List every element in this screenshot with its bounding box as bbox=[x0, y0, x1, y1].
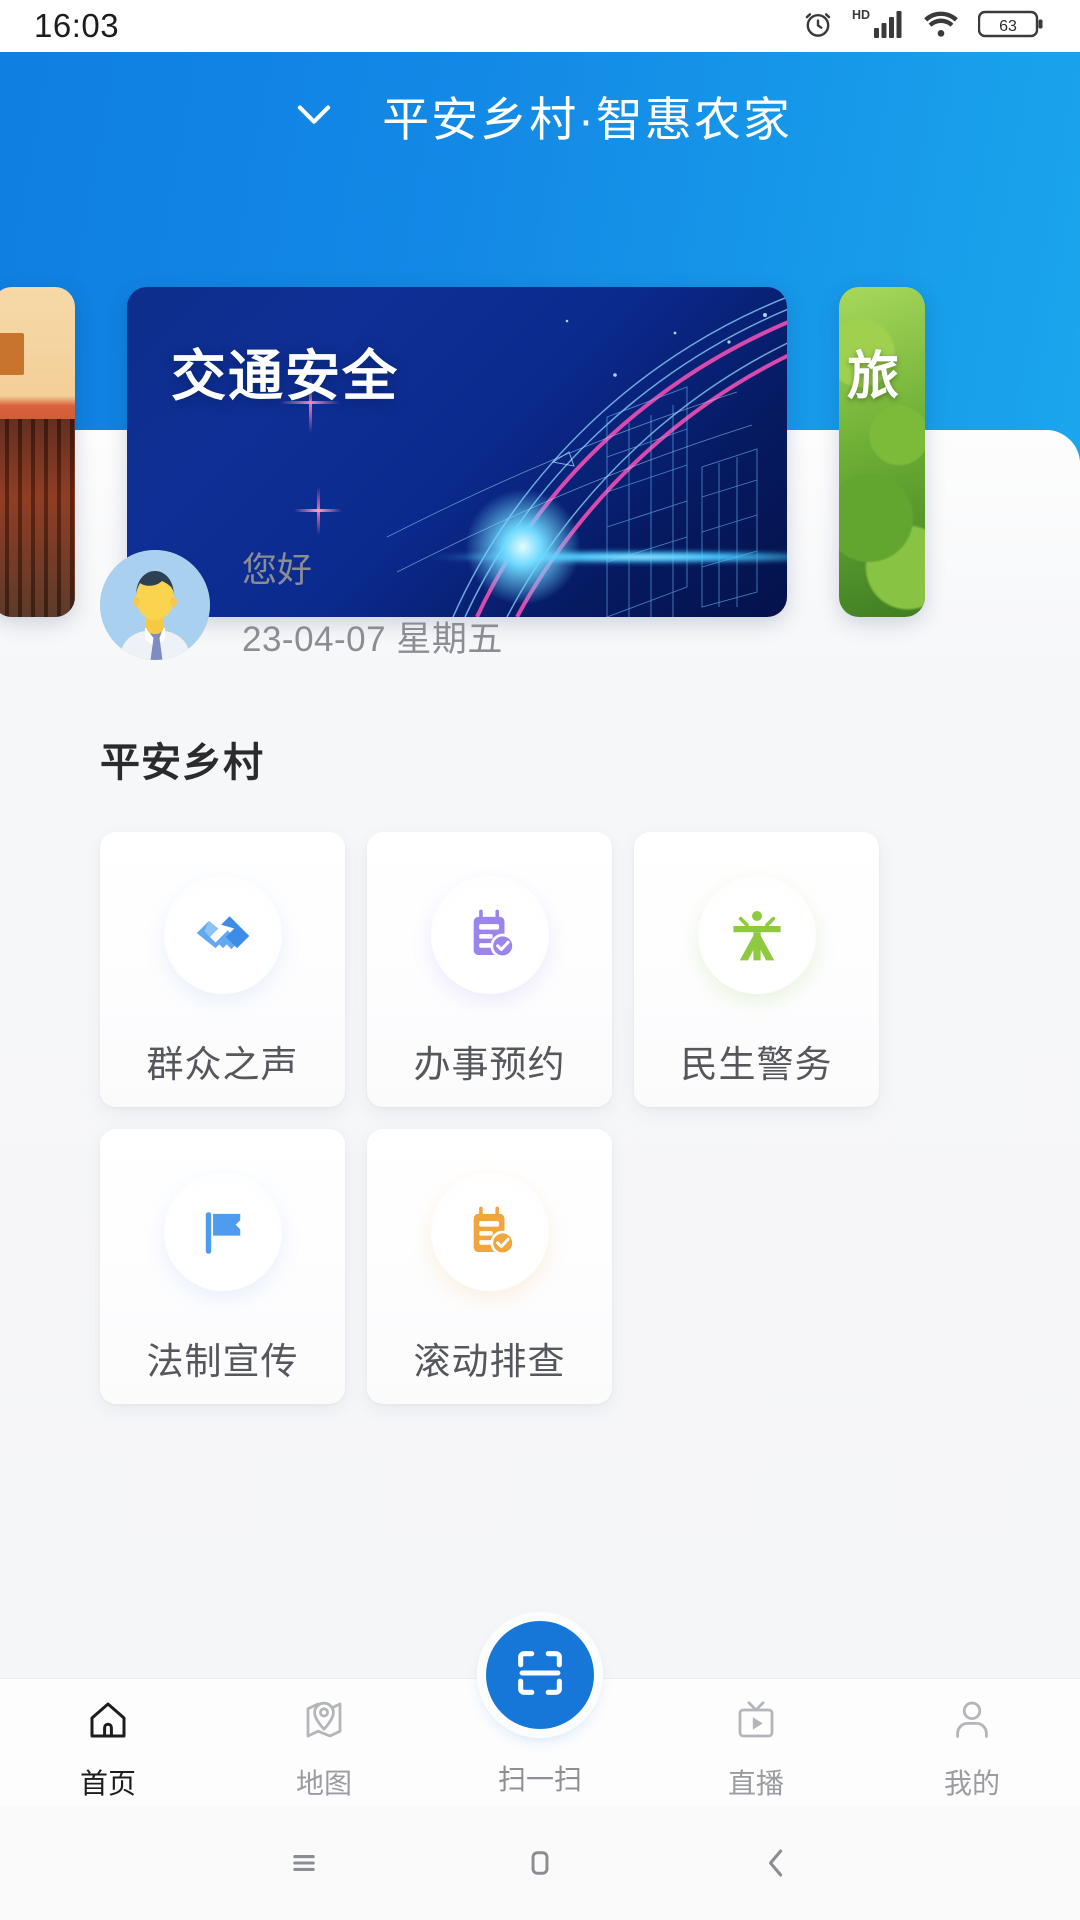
grid-item-label: 办事预约 bbox=[413, 1044, 566, 1085]
live-tv-icon bbox=[732, 1696, 780, 1749]
flag-icon bbox=[163, 1173, 282, 1291]
status-bar: 16:03 HD 63 bbox=[0, 0, 1080, 52]
wifi-icon bbox=[921, 7, 961, 46]
home-icon bbox=[84, 1696, 132, 1749]
battery-level: 63 bbox=[999, 18, 1017, 35]
tab-label: 地图 bbox=[295, 1768, 352, 1799]
tab-label: 扫一扫 bbox=[497, 1764, 582, 1795]
clipboard-check-icon bbox=[430, 1173, 549, 1291]
grid-item-voice-of-people[interactable]: 群众之声 bbox=[100, 832, 345, 1107]
grid-item-rolling-inspection[interactable]: 滚动排查 bbox=[367, 1129, 612, 1404]
banner-title: 交通安全 bbox=[171, 345, 400, 407]
bottom-tab-bar: 首页 地图 扫一扫 直播 我的 bbox=[0, 1621, 1080, 1806]
alarm-icon bbox=[801, 7, 835, 46]
grid-item-legal-publicity[interactable]: 法制宣传 bbox=[100, 1129, 345, 1404]
recents-icon[interactable] bbox=[276, 1835, 332, 1891]
grid-item-public-police[interactable]: 民生警务 bbox=[634, 832, 879, 1107]
person-service-icon bbox=[697, 876, 816, 994]
back-icon[interactable] bbox=[748, 1835, 804, 1891]
next-banner-title: 旅 bbox=[847, 348, 900, 406]
home-square-icon[interactable] bbox=[512, 1835, 568, 1891]
section-title: 平安乡村 bbox=[100, 741, 264, 785]
tab-live[interactable]: 直播 bbox=[648, 1679, 864, 1802]
page-title: 平安乡村·智惠农家 bbox=[382, 92, 792, 146]
tab-label: 我的 bbox=[943, 1768, 1000, 1799]
avatar-illustration bbox=[100, 550, 210, 660]
tab-label: 首页 bbox=[79, 1768, 136, 1799]
tab-home[interactable]: 首页 bbox=[0, 1679, 216, 1802]
system-navigation-bar bbox=[0, 1806, 1080, 1920]
svg-text:HD: HD bbox=[852, 8, 870, 22]
handshake-icon bbox=[163, 876, 282, 994]
service-grid: 群众之声 办事预约 民生警务 法制宣传 滚动排查 bbox=[0, 788, 980, 1404]
grid-item-label: 法制宣传 bbox=[146, 1341, 299, 1382]
greeting-hello: 您好 bbox=[242, 551, 313, 590]
map-pin-icon bbox=[300, 1696, 348, 1749]
grid-item-label: 滚动排查 bbox=[413, 1341, 566, 1382]
status-icon-group: HD 63 bbox=[801, 6, 1046, 47]
scan-fab-button[interactable] bbox=[486, 1621, 594, 1729]
header-bar: 平安乡村·智惠农家 bbox=[0, 52, 1080, 172]
tab-map[interactable]: 地图 bbox=[216, 1679, 432, 1802]
greeting-date: 23-04-07 星期五 bbox=[242, 620, 503, 659]
status-time: 16:03 bbox=[34, 7, 120, 44]
avatar[interactable] bbox=[100, 550, 210, 660]
calendar-check-icon bbox=[430, 876, 549, 994]
greeting-row: 您好 23-04-07 星期五 bbox=[0, 430, 1080, 668]
tab-label: 直播 bbox=[727, 1768, 784, 1799]
main-content: 您好 23-04-07 星期五 平安乡村 群众之声 办事预约 民生警务 法制宣传… bbox=[0, 430, 1080, 1404]
tab-scan[interactable]: 扫一扫 bbox=[432, 1621, 648, 1798]
greeting-text-block: 您好 23-04-07 星期五 bbox=[242, 542, 503, 668]
chevron-down-icon[interactable] bbox=[288, 87, 340, 144]
hd-signal-icon: HD bbox=[852, 6, 904, 47]
grid-item-appointment[interactable]: 办事预约 bbox=[367, 832, 612, 1107]
battery-icon: 63 bbox=[977, 6, 1046, 47]
grid-item-label: 民生警务 bbox=[680, 1044, 833, 1085]
tab-profile[interactable]: 我的 bbox=[864, 1679, 1080, 1802]
grid-item-label: 群众之声 bbox=[146, 1044, 299, 1085]
profile-icon bbox=[948, 1696, 996, 1749]
scan-icon bbox=[511, 1644, 569, 1707]
